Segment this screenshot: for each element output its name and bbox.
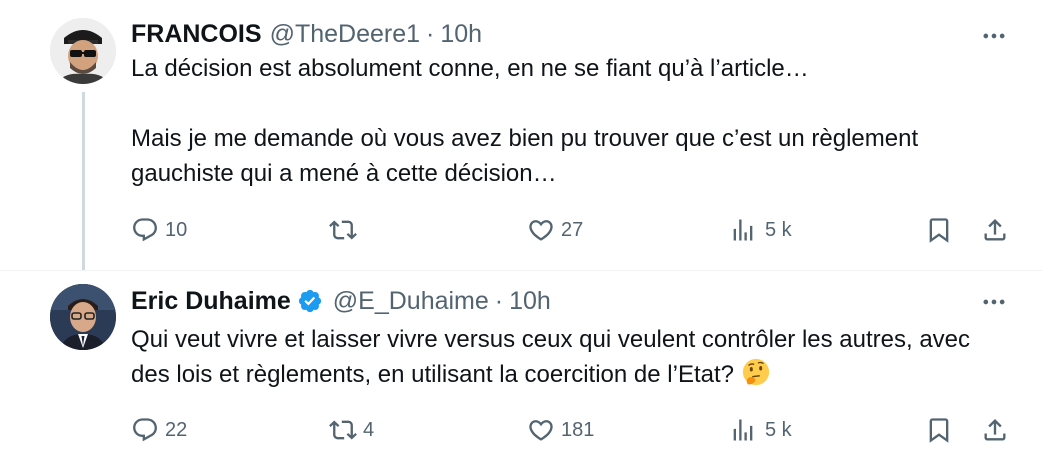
bookmark-button[interactable] — [925, 415, 953, 445]
retweet-icon — [329, 216, 357, 244]
more-icon[interactable] — [980, 22, 1008, 50]
separator: · — [494, 286, 504, 315]
reply-button[interactable]: 10 — [131, 215, 187, 245]
tweet-text: La décision est absolument conne, en ne … — [131, 55, 919, 187]
tweet-header: FRANCOIS @TheDeere1 · 10h — [131, 17, 482, 51]
share-icon — [981, 416, 1009, 444]
separator: · — [426, 19, 435, 48]
heart-icon — [527, 416, 555, 444]
views-button[interactable]: 5 k — [729, 215, 792, 245]
reply-count: 10 — [165, 218, 188, 241]
more-icon[interactable] — [980, 288, 1008, 316]
retweet-button[interactable]: 4 — [329, 415, 374, 445]
avatar[interactable] — [50, 18, 116, 84]
tweet-text: Qui veut vivre et laisser vivre versus c… — [131, 322, 1011, 392]
avatar[interactable] — [50, 284, 116, 350]
tweet-text-body: Qui veut vivre et laisser vivre versus c… — [131, 326, 977, 388]
share-button[interactable] — [981, 415, 1009, 445]
bookmark-icon — [925, 416, 953, 444]
author-handle[interactable]: @TheDeere1 — [270, 20, 420, 49]
views-icon — [729, 216, 757, 244]
action-bar: 10 27 5 k — [131, 215, 1011, 245]
author-name[interactable]: FRANCOIS — [131, 20, 262, 49]
tweet-eric-duhaime[interactable]: Eric Duhaime @E_Duhaime · 10h Qui veut v… — [0, 272, 1042, 472]
retweet-button[interactable] — [329, 215, 363, 245]
share-icon — [981, 216, 1009, 244]
timestamp[interactable]: 10h — [509, 287, 551, 316]
action-bar: 22 4 181 5 k — [131, 415, 1011, 445]
author-handle[interactable]: @E_Duhaime — [333, 287, 489, 316]
heart-icon — [527, 216, 555, 244]
author-name[interactable]: Eric Duhaime — [131, 287, 291, 316]
thinking-face-emoji — [742, 358, 769, 386]
views-button[interactable]: 5 k — [729, 415, 792, 445]
thread-line — [82, 92, 85, 270]
like-button[interactable]: 27 — [527, 215, 583, 245]
tweet-francois[interactable]: FRANCOIS @TheDeere1 · 10h La décision es… — [0, 0, 1042, 270]
share-button[interactable] — [981, 215, 1009, 245]
reply-icon — [131, 216, 159, 244]
bookmark-icon — [925, 216, 953, 244]
like-button[interactable]: 181 — [527, 415, 594, 445]
timestamp[interactable]: 10h — [440, 20, 482, 49]
verified-badge-icon — [298, 289, 321, 313]
retweet-count: 4 — [363, 418, 375, 441]
reply-count: 22 — [165, 418, 188, 441]
view-count: 5 k — [765, 418, 792, 441]
retweet-icon — [329, 416, 357, 444]
reply-icon — [131, 416, 159, 444]
tweet-header: Eric Duhaime @E_Duhaime · 10h — [131, 284, 551, 318]
like-count: 181 — [561, 418, 595, 441]
view-count: 5 k — [765, 218, 792, 241]
divider — [0, 270, 1042, 271]
bookmark-button[interactable] — [925, 215, 953, 245]
like-count: 27 — [561, 218, 584, 241]
views-icon — [729, 416, 757, 444]
reply-button[interactable]: 22 — [131, 415, 187, 445]
